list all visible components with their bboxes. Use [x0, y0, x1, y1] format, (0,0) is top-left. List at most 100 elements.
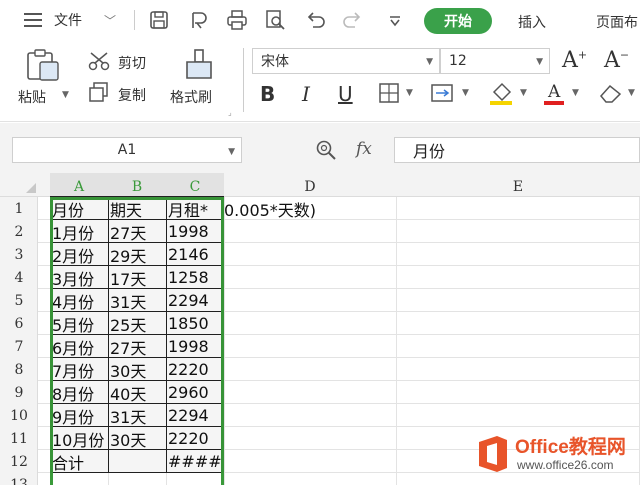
chevron-down-icon[interactable]: ▼ — [406, 88, 413, 98]
cell-a5[interactable]: 4月份 — [50, 289, 108, 312]
font-size-select[interactable]: 12 ▼ — [440, 48, 550, 74]
cell-a7[interactable]: 6月份 — [50, 335, 108, 358]
cell-c8[interactable]: 2220 — [166, 358, 224, 381]
cell-a1[interactable]: 月份 — [50, 197, 108, 220]
column-header-c[interactable]: C — [166, 177, 224, 197]
chevron-down-icon[interactable]: ▼ — [572, 88, 579, 98]
row-header-3[interactable]: 3 — [0, 243, 38, 266]
cell-c6[interactable]: 1850 — [166, 312, 224, 335]
cell-c7[interactable]: 1998 — [166, 335, 224, 358]
name-box[interactable]: A1 ▼ — [12, 137, 242, 163]
cell-b2[interactable]: 27天 — [108, 220, 166, 243]
font-color-icon[interactable]: A — [542, 80, 568, 106]
row-header-9[interactable]: 9 — [0, 381, 38, 404]
column-header-d[interactable]: D — [224, 177, 396, 197]
fill-color-icon[interactable] — [488, 80, 516, 106]
cell-b5[interactable]: 31天 — [108, 289, 166, 312]
cell-b4[interactable]: 17天 — [108, 266, 166, 289]
row-header-11[interactable]: 11 — [0, 427, 38, 450]
cell-a8[interactable]: 7月份 — [50, 358, 108, 381]
cell-b1[interactable]: 期天 — [108, 197, 166, 220]
cell-a9[interactable]: 8月份 — [50, 381, 108, 404]
cell-a10[interactable]: 9月份 — [50, 404, 108, 427]
chevron-down-icon[interactable]: ▼ — [462, 88, 469, 98]
cell-d1[interactable]: 0.005*天数) — [224, 197, 524, 220]
merge-cells-icon[interactable] — [430, 82, 456, 104]
row-header-1[interactable]: 1 — [0, 197, 38, 220]
underline-button[interactable]: U — [338, 82, 353, 106]
zoom-search-icon[interactable] — [314, 139, 340, 161]
cell-b9[interactable]: 40天 — [108, 381, 166, 404]
column-header-e[interactable]: E — [396, 177, 640, 197]
cell-c10[interactable]: 2294 — [166, 404, 224, 427]
cell-b12[interactable] — [108, 450, 166, 473]
tab-page-layout[interactable]: 页面布 — [596, 12, 638, 32]
row-header-13[interactable]: 13 — [0, 473, 38, 485]
chevron-down-icon[interactable]: ▼ — [536, 57, 543, 67]
increase-font-size-icon[interactable]: A+ — [562, 48, 587, 73]
cell-b10[interactable]: 31天 — [108, 404, 166, 427]
chevron-down-icon[interactable]: ▼ — [228, 147, 235, 157]
tab-start[interactable]: 开始 — [424, 8, 492, 34]
file-menu[interactable]: 文件 — [54, 8, 82, 32]
chevron-down-icon[interactable]: ﹀ — [104, 8, 116, 32]
italic-button[interactable]: I — [302, 82, 310, 106]
column-header-a[interactable]: A — [50, 177, 108, 197]
paste-button[interactable]: 粘贴 — [18, 87, 46, 107]
cell-b6[interactable]: 25天 — [108, 312, 166, 335]
cell-c2[interactable]: 1998 — [166, 220, 224, 243]
cell-b11[interactable]: 30天 — [108, 427, 166, 450]
row-header-5[interactable]: 5 — [0, 289, 38, 312]
eraser-icon[interactable] — [598, 82, 624, 104]
row-header-4[interactable]: 4 — [0, 266, 38, 289]
print-icon[interactable] — [226, 9, 248, 31]
row-header-7[interactable]: 7 — [0, 335, 38, 358]
paste-dropdown-icon[interactable]: ▼ — [62, 90, 69, 100]
cell-a6[interactable]: 5月份 — [50, 312, 108, 335]
chevron-down-icon[interactable]: ▼ — [628, 88, 635, 98]
row-header-8[interactable]: 8 — [0, 358, 38, 381]
cell-c4[interactable]: 1258 — [166, 266, 224, 289]
undo-icon[interactable] — [304, 9, 326, 31]
tab-insert[interactable]: 插入 — [518, 12, 546, 32]
cell-c1[interactable]: 月租* — [166, 197, 224, 220]
font-name-select[interactable]: 宋体 ▼ — [252, 48, 440, 74]
cell-a3[interactable]: 2月份 — [50, 243, 108, 266]
save-icon[interactable] — [148, 9, 170, 31]
select-all-corner[interactable] — [26, 183, 36, 193]
chevron-down-icon[interactable]: ▼ — [520, 88, 527, 98]
row-header-10[interactable]: 10 — [0, 404, 38, 427]
cell-c9[interactable]: 2960 — [166, 381, 224, 404]
decrease-font-size-icon[interactable]: A− — [604, 48, 629, 73]
cell-b8[interactable]: 30天 — [108, 358, 166, 381]
cell-b7[interactable]: 27天 — [108, 335, 166, 358]
cell-c11[interactable]: 2220 — [166, 427, 224, 450]
scissors-icon[interactable] — [88, 52, 112, 72]
hamburger-menu-icon[interactable] — [22, 8, 44, 32]
cell-b3[interactable]: 29天 — [108, 243, 166, 266]
cut-button[interactable]: 剪切 — [118, 53, 146, 73]
bold-button[interactable]: B — [260, 82, 275, 106]
format-painter-icon[interactable] — [182, 48, 216, 82]
row-header-6[interactable]: 6 — [0, 312, 38, 335]
cell-c12[interactable]: #### — [166, 450, 224, 473]
chevron-down-icon[interactable]: ▼ — [426, 57, 433, 67]
cell-a12[interactable]: 合计 — [50, 450, 108, 473]
print-preview-icon[interactable] — [264, 9, 286, 31]
paste-icon[interactable] — [22, 48, 62, 82]
quick-access-more-icon[interactable] — [384, 9, 406, 31]
cell-a11[interactable]: 10月份 — [50, 427, 108, 450]
format-painter-button[interactable]: 格式刷 — [170, 87, 212, 107]
formula-input[interactable]: 月份 — [394, 137, 640, 163]
insert-function-button[interactable]: fx — [356, 139, 372, 159]
clipboard-launcher-icon[interactable]: ⌟ — [228, 108, 232, 117]
redo-icon[interactable] — [342, 9, 364, 31]
copy-icon[interactable] — [88, 82, 110, 102]
borders-icon[interactable] — [378, 82, 402, 104]
column-header-b[interactable]: B — [108, 177, 166, 197]
copy-button[interactable]: 复制 — [118, 85, 146, 105]
row-header-2[interactable]: 2 — [0, 220, 38, 243]
cell-a2[interactable]: 1月份 — [50, 220, 108, 243]
cell-c3[interactable]: 2146 — [166, 243, 224, 266]
cell-a4[interactable]: 3月份 — [50, 266, 108, 289]
